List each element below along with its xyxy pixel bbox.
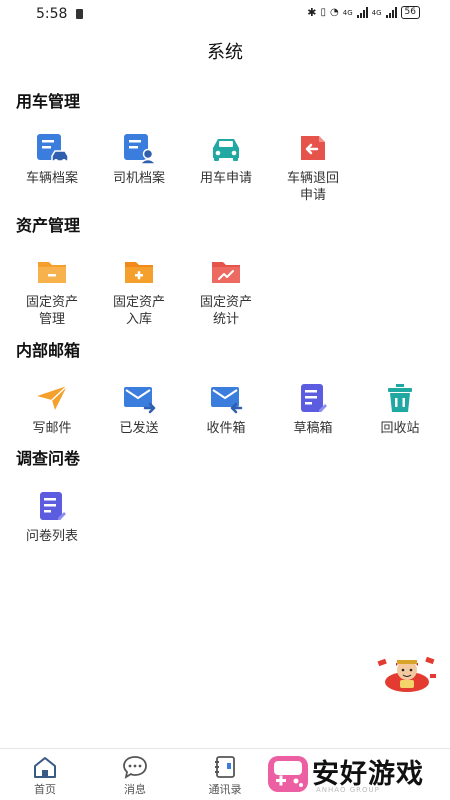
grid-item-label: 用车申请: [199, 171, 252, 186]
contacts-icon: [215, 756, 235, 778]
status-time: 5:58: [36, 6, 68, 22]
draft-icon: [295, 380, 331, 416]
grid-item-compose[interactable]: 写邮件: [8, 380, 96, 437]
page-title: 系统: [207, 42, 243, 63]
folder-plus-icon: [121, 254, 157, 290]
section-title-mail: 内部邮箱: [16, 341, 81, 360]
tab-home[interactable]: 首页: [10, 755, 80, 797]
send-icon: [34, 380, 70, 416]
grid-item-label: 草稿箱: [293, 421, 333, 436]
grid-item-label: 写邮件: [32, 421, 72, 436]
grid-item-inbox[interactable]: 收件箱: [182, 380, 270, 437]
grid-item-label: 回收站: [380, 421, 420, 436]
network-label: 4G: [342, 8, 353, 17]
grid-item-label: 固定资产 统计: [199, 295, 252, 327]
grid-item-vehicle-file[interactable]: 车辆档案: [8, 130, 96, 187]
grid-item-asset-manage[interactable]: 固定资产 管理: [8, 254, 96, 328]
watermark-logo: 安好游戏 ANHAO GROUP: [266, 752, 438, 796]
vibrate-icon: ▯: [320, 7, 327, 18]
battery-icon: 56: [400, 6, 420, 19]
tab-messages-label: 消息: [124, 783, 146, 796]
bluetooth-icon: ✱: [307, 6, 317, 19]
tab-home-label: 首页: [34, 783, 56, 796]
grid-item-label: 收件箱: [206, 421, 246, 436]
signal-icon-2: [385, 7, 397, 18]
grid-item-label: 固定资产 管理: [25, 295, 78, 327]
status-bar: 5:58 ✱ ▯ ◔ 4G 4G 56: [0, 0, 450, 28]
grid-item-trash[interactable]: 回收站: [356, 380, 444, 437]
grid-item-label: 已发送: [119, 421, 159, 436]
gamepad-icon: [268, 756, 308, 792]
grid-item-label: 问卷列表: [25, 529, 78, 544]
mascot-badge[interactable]: [376, 654, 438, 694]
tab-messages[interactable]: 消息: [100, 755, 170, 797]
message-icon: [123, 756, 147, 779]
grid-item-label: 司机档案: [112, 171, 165, 186]
tab-contacts[interactable]: 通讯录: [190, 755, 260, 797]
grid-item-asset-stats[interactable]: 固定资产 统计: [182, 254, 270, 328]
grid-item-drafts[interactable]: 草稿箱: [269, 380, 357, 437]
grid-item-label: 车辆档案: [25, 171, 78, 186]
grid-item-driver-file[interactable]: 司机档案: [95, 130, 183, 187]
grid-item-label: 车辆退回 申请: [286, 171, 339, 203]
car-file-icon: [34, 130, 70, 166]
inbox-icon: [208, 380, 244, 416]
section-title-survey: 调查问卷: [16, 449, 81, 468]
grid-item-car-request[interactable]: 用车申请: [182, 130, 270, 187]
section-title-vehicle: 用车管理: [16, 92, 81, 111]
grid-item-label: 固定资产 入库: [112, 295, 165, 327]
section-title-assets: 资产管理: [16, 216, 81, 235]
tab-contacts-label: 通讯录: [208, 783, 242, 796]
return-icon: [295, 130, 331, 166]
folder-minus-icon: [34, 254, 70, 290]
trash-icon: [382, 380, 418, 416]
grid-item-sent[interactable]: 已发送: [95, 380, 183, 437]
grid-item-car-return[interactable]: 车辆退回 申请: [269, 130, 357, 204]
grid-item-survey-list[interactable]: 问卷列表: [8, 488, 96, 545]
driver-file-icon: [121, 130, 157, 166]
survey-list-icon: [34, 488, 70, 524]
signal-icon: [356, 7, 368, 18]
grid-item-asset-storage[interactable]: 固定资产 入库: [95, 254, 183, 328]
network-label-2: 4G: [371, 8, 382, 17]
wifi-icon: ◔: [330, 7, 339, 18]
mail-sent-icon: [121, 380, 157, 416]
home-icon: [34, 757, 56, 778]
sim-icon: [76, 9, 83, 19]
status-indicators: ✱ ▯ ◔ 4G 4G 56: [307, 6, 420, 19]
watermark-subtext: ANHAO GROUP: [316, 786, 380, 794]
car-icon: [208, 130, 244, 166]
folder-chart-icon: [208, 254, 244, 290]
